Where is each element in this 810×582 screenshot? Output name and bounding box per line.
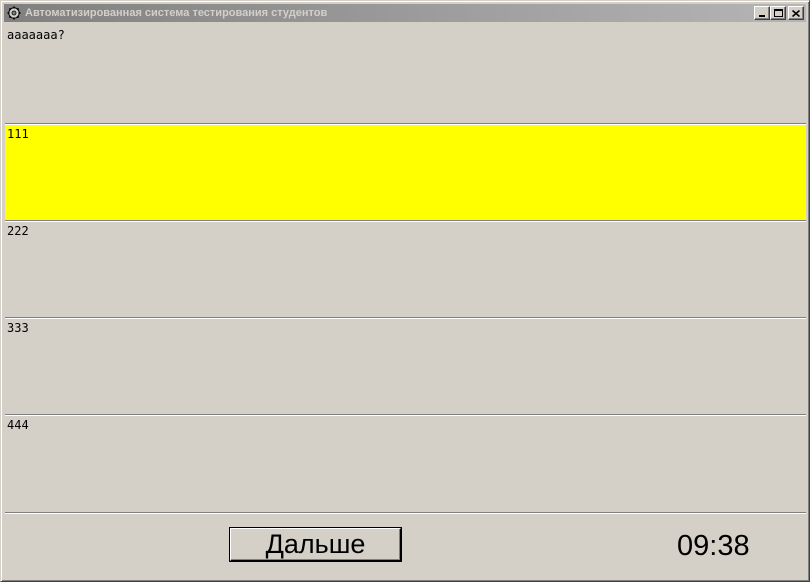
answer-label: 333	[7, 321, 29, 335]
answer-option-3[interactable]: 333	[5, 319, 806, 415]
window-controls	[754, 6, 804, 20]
question-panel: aaaaaaa?	[5, 26, 806, 124]
client-area: aaaaaaa? 111 222 333 444 Дальше 09:38	[5, 26, 806, 578]
answer-option-1[interactable]: 111	[5, 125, 806, 221]
next-button[interactable]: Дальше	[230, 528, 401, 561]
close-button[interactable]	[788, 6, 804, 20]
title-bar[interactable]: Автоматизированная система тестирования …	[4, 4, 806, 22]
minimize-button[interactable]	[754, 6, 770, 20]
minimize-icon	[759, 15, 765, 17]
app-window: Автоматизированная система тестирования …	[0, 0, 810, 582]
question-text: aaaaaaa?	[7, 28, 65, 42]
gear-icon[interactable]	[6, 5, 22, 21]
window-title: Автоматизированная система тестирования …	[25, 7, 328, 19]
answer-option-2[interactable]: 222	[5, 222, 806, 318]
answer-label: 444	[7, 418, 29, 432]
maximize-button[interactable]	[770, 6, 786, 20]
timer: 09:38	[677, 530, 750, 562]
answer-option-4[interactable]: 444	[5, 416, 806, 513]
maximize-icon	[774, 9, 783, 17]
close-icon	[789, 7, 803, 19]
answer-label: 111	[7, 127, 29, 141]
answer-label: 222	[7, 224, 29, 238]
